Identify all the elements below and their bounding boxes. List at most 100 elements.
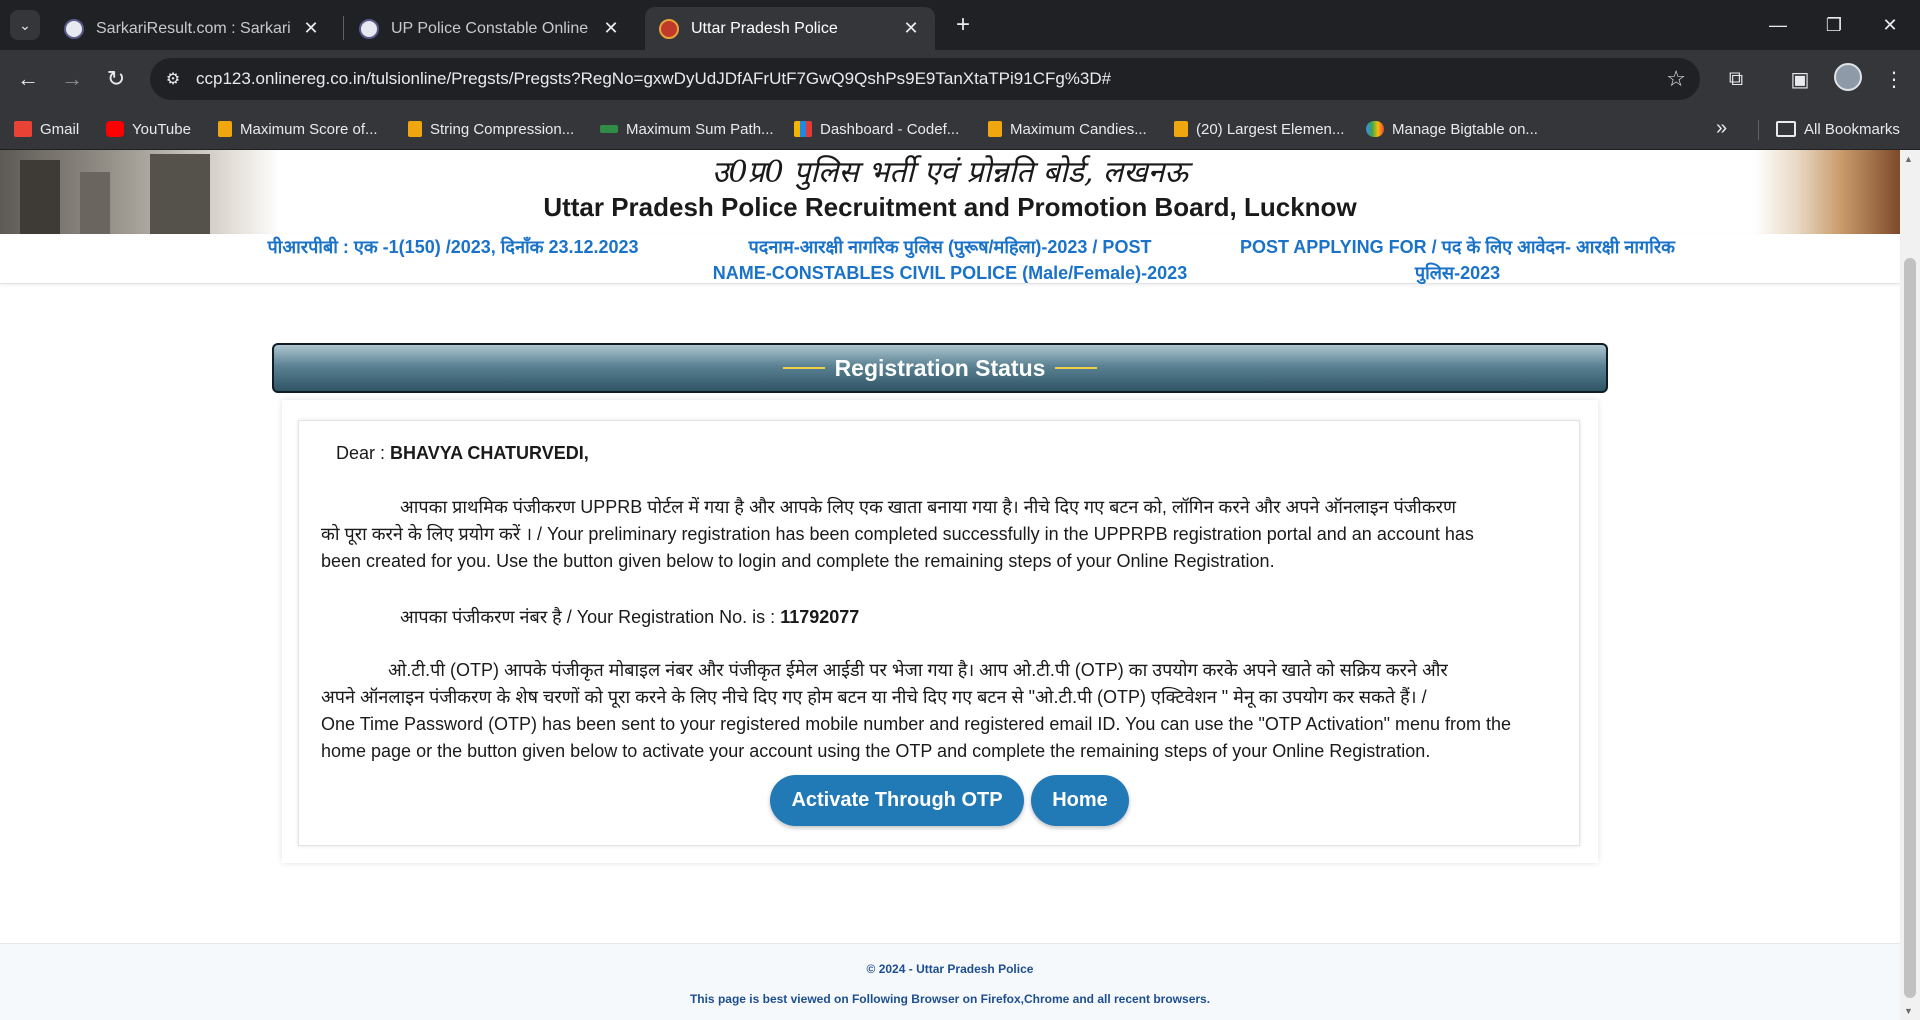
forward-icon[interactable]: → [56, 63, 88, 95]
bookmark-manage-bigtable[interactable]: Manage Bigtable on... [1366, 117, 1538, 141]
tab-search-icon[interactable]: ⌄ [10, 10, 40, 40]
bookmark-string-compression[interactable]: String Compression... [408, 117, 574, 141]
home-button[interactable]: Home [1031, 775, 1129, 826]
bookmark-label: Maximum Candies... [1010, 120, 1147, 138]
post-name-line2: NAME-CONSTABLES CIVIL POLICE (Male/Femal… [712, 263, 1188, 283]
side-panel-icon[interactable]: ▣ [1784, 63, 1816, 95]
site-info-icon[interactable]: ⚙ [162, 68, 184, 90]
para2-line2: अपने ऑनलाइन पंजीकरण के शेष चरणों को पूरा… [321, 687, 1427, 707]
candidate-name: BHAVYA CHATURVEDI, [390, 443, 589, 463]
banner-english-title: Uttar Pradesh Police Recruitment and Pro… [543, 192, 1357, 222]
police-favicon-icon [659, 18, 679, 39]
bookmarks-bar: Gmail YouTube Maximum Score of... String… [0, 108, 1920, 150]
leetcode-icon [408, 121, 422, 137]
post-applying-line2: पुलिस-2023 [1414, 263, 1501, 283]
url-text[interactable]: ccp123.onlinereg.co.in/tulsionline/Pregs… [196, 69, 1111, 89]
registration-number-label: आपका पंजीकरण नंबर है / Your Registration… [400, 607, 776, 627]
registration-status-header: Registration Status [272, 343, 1608, 393]
bookmark-label: Gmail [40, 120, 80, 138]
codeforces-icon [794, 121, 812, 137]
para1-line3: been created for you. Use the button giv… [321, 551, 1275, 571]
browser-toolbar: ← → ↻ ⚙ ccp123.onlinereg.co.in/tulsionli… [0, 50, 1920, 108]
recruitment-info-bar: पीआरपीबी : एक -1(150) /2023, दिनाँक 23.1… [0, 234, 1900, 284]
folder-icon [1776, 121, 1796, 137]
sarkari-favicon-icon [64, 18, 84, 39]
bookmark-largest-element[interactable]: (20) Largest Elemen... [1174, 117, 1344, 141]
registration-number-value: 11792077 [780, 607, 860, 627]
leetcode-icon [1174, 121, 1188, 137]
registration-number-row: आपका पंजीकरण नंबर है / Your Registration… [400, 604, 859, 631]
bookmark-gmail[interactable]: Gmail [14, 117, 79, 141]
copyright-text: © 2024 - Uttar Pradesh Police [866, 962, 1034, 976]
tab-bar: ⌄ SarkariResult.com : Sarkari Resu ✕ UP … [0, 0, 1920, 50]
gmail-icon [14, 121, 32, 137]
leetcode-icon [988, 121, 1002, 137]
post-name-line1: पदनाम-आरक्षी नागरिक पुलिस (पुरूष/महिला)-… [748, 237, 1152, 257]
scroll-up-icon[interactable]: ▲ [1904, 154, 1913, 164]
bookmark-maximum-sum-path[interactable]: Maximum Sum Path... [600, 117, 774, 141]
tab-up-police-constable[interactable]: UP Police Constable Online For ✕ [345, 7, 635, 50]
bookmark-codeforces[interactable]: Dashboard - Codef... [794, 117, 959, 141]
reload-icon[interactable]: ↻ [100, 63, 132, 95]
post-applying-line1: POST APPLYING FOR / पद के लिए आवेदन- आरक… [1239, 237, 1676, 257]
more-bookmarks-icon[interactable]: » [1716, 117, 1727, 140]
google-cloud-icon [1366, 121, 1384, 137]
youtube-icon [106, 121, 124, 137]
page-footer: © 2024 - Uttar Pradesh Police This page … [0, 943, 1900, 1020]
header-banner: उ0प्र0 पुलिस भर्ती एवं प्रोन्नति बोर्ड, … [0, 150, 1900, 234]
header-decor-left [782, 367, 825, 369]
close-icon[interactable]: ✕ [301, 18, 321, 39]
scrollbar-thumb[interactable] [1904, 258, 1916, 998]
bookmark-label: All Bookmarks [1804, 120, 1900, 138]
greeting: Dear : BHAVYA CHATURVEDI, [336, 440, 589, 467]
bookmark-label: YouTube [132, 120, 191, 138]
page-scrollbar[interactable]: ▲ ▼ [1900, 150, 1920, 1020]
bookmark-separator [1758, 120, 1759, 140]
bookmark-label: (20) Largest Elemen... [1196, 120, 1345, 138]
all-bookmarks-button[interactable]: All Bookmarks [1776, 117, 1900, 141]
para2-line1: ओ.टी.पी (OTP) आपके पंजीकृत मोबाइल नंबर औ… [388, 660, 1448, 680]
leetcode-icon [218, 121, 232, 137]
restore-icon[interactable]: ❐ [1806, 0, 1862, 50]
bookmark-star-icon[interactable]: ☆ [1666, 66, 1686, 92]
para2-line3: One Time Password (OTP) has been sent to… [321, 714, 1512, 734]
bookmark-maximum-candies[interactable]: Maximum Candies... [988, 117, 1147, 141]
tab-uttar-pradesh-police[interactable]: Uttar Pradesh Police ✕ [645, 7, 935, 50]
address-bar[interactable]: ⚙ ccp123.onlinereg.co.in/tulsionline/Pre… [150, 58, 1700, 100]
dear-label: Dear : [336, 443, 386, 463]
window-close-icon[interactable]: ✕ [1862, 0, 1918, 50]
tab-title: UP Police Constable Online For [391, 19, 593, 37]
minimize-icon[interactable]: — [1750, 0, 1806, 50]
tab-separator [343, 16, 344, 40]
banner-hindi-title: उ0प्र0 पुलिस भर्ती एवं प्रोन्नति बोर्ड, … [712, 155, 1188, 190]
back-icon[interactable]: ← [12, 63, 44, 95]
bookmark-label: String Compression... [430, 120, 575, 138]
close-icon[interactable]: ✕ [901, 18, 921, 39]
new-tab-button[interactable]: + [948, 10, 978, 40]
close-icon[interactable]: ✕ [601, 18, 621, 39]
bookmark-label: Maximum Sum Path... [626, 120, 774, 138]
para1-line2: को पूरा करने के लिए प्रयोग करें । / Your… [321, 524, 1474, 544]
bookmark-label: Manage Bigtable on... [1392, 120, 1538, 138]
activate-through-otp-button[interactable]: Activate Through OTP [770, 775, 1024, 826]
profile-avatar[interactable] [1834, 63, 1862, 91]
sarkari-favicon-icon [359, 18, 379, 39]
bookmark-maximum-score[interactable]: Maximum Score of... [218, 117, 378, 141]
menu-icon[interactable]: ⋮ [1878, 63, 1910, 95]
para1-line1: आपका प्राथमिक पंजीकरण UPPRB पोर्टल में ग… [400, 497, 1457, 517]
bookmark-youtube[interactable]: YouTube [106, 117, 191, 141]
bookmark-label: Maximum Score of... [240, 120, 378, 138]
browser-note: This page is best viewed on Following Br… [689, 992, 1211, 1006]
police-officer-image [1755, 150, 1900, 234]
para2-line4: home page or the button given below to a… [321, 741, 1431, 761]
tab-title: SarkariResult.com : Sarkari Resu [96, 19, 293, 37]
extensions-icon[interactable]: ⧉ [1720, 63, 1752, 95]
scroll-down-icon[interactable]: ▼ [1904, 1006, 1913, 1016]
registration-status-title: Registration Status [834, 354, 1046, 381]
tab-title: Uttar Pradesh Police [691, 19, 838, 37]
tab-sarkari-result[interactable]: SarkariResult.com : Sarkari Resu ✕ [50, 7, 335, 50]
bookmark-label: Dashboard - Codef... [820, 120, 960, 138]
prpb-reference: पीआरपीबी : एक -1(150) /2023, दिनाँक 23.1… [267, 237, 639, 257]
header-decor-right [1055, 367, 1098, 369]
web-page: उ0प्र0 पुलिस भर्ती एवं प्रोन्नति बोर्ड, … [0, 150, 1900, 1020]
